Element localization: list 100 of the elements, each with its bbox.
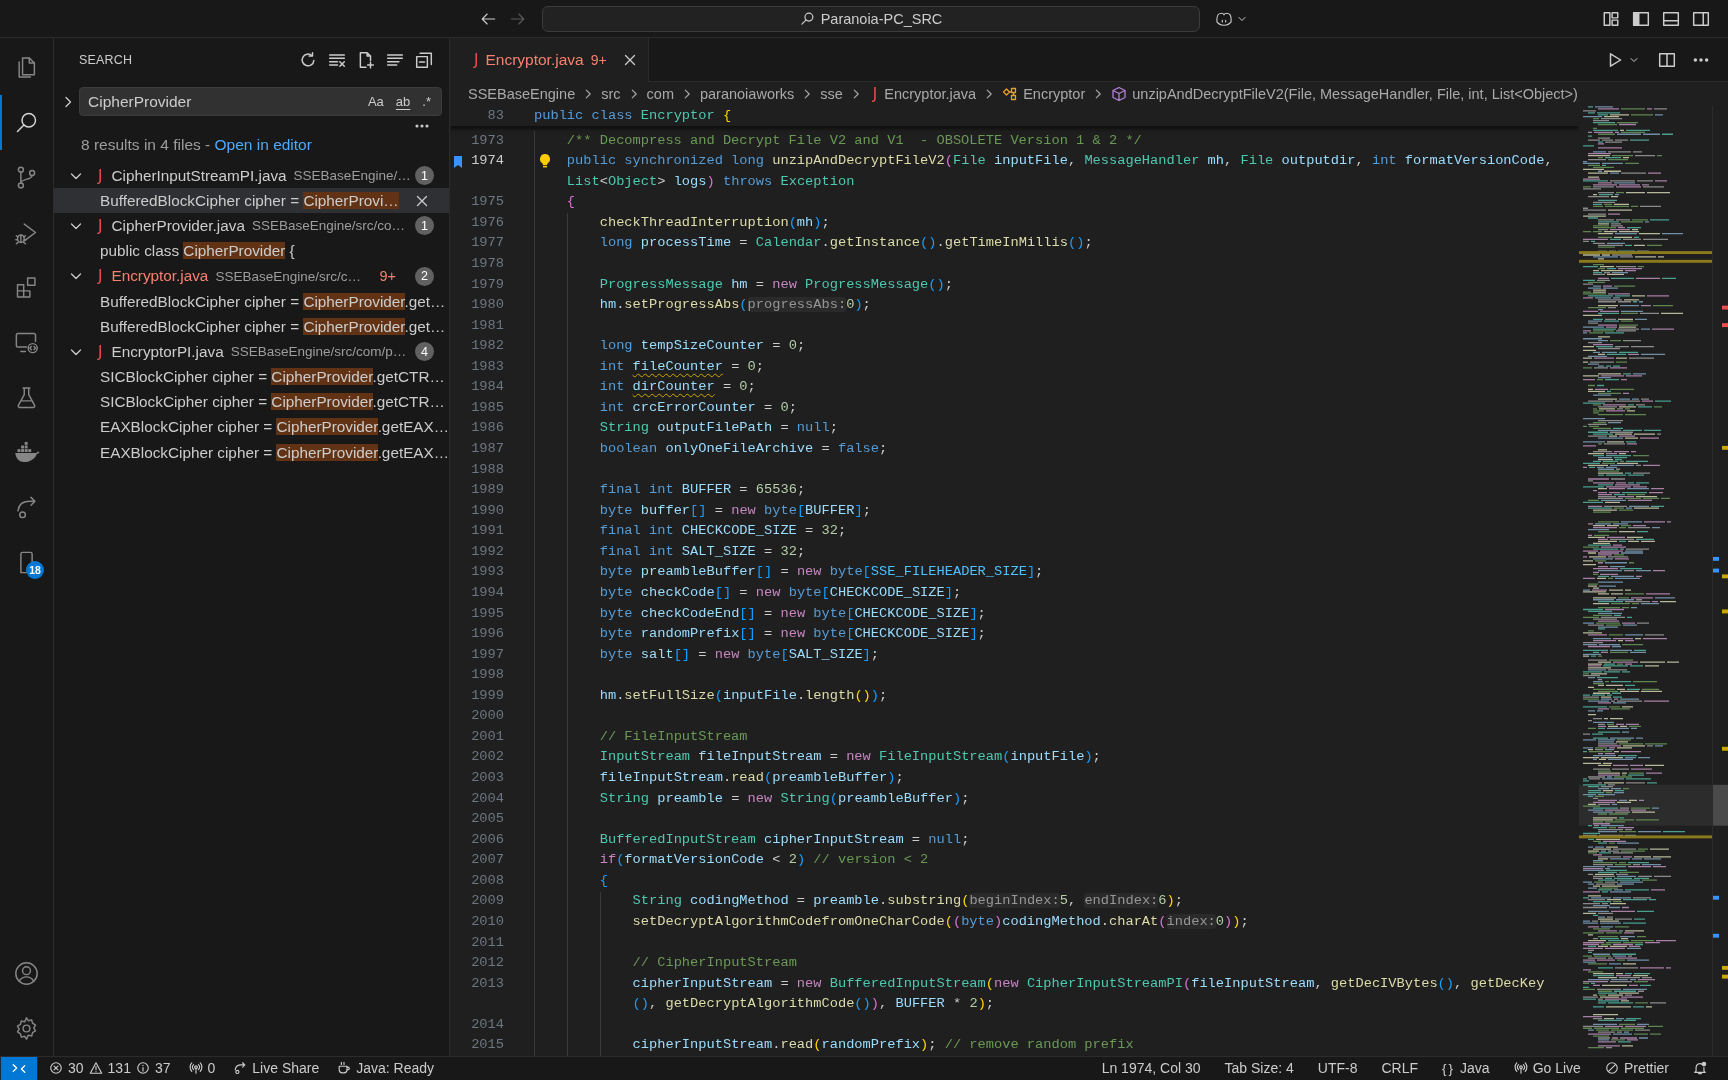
- file-name[interactable]: EncryptorPI.java: [111, 342, 224, 361]
- braces-icon: {}: [1442, 1060, 1456, 1076]
- line-number: 1991: [470, 522, 504, 541]
- line-number: 2001: [470, 727, 504, 746]
- ports-button[interactable]: 0: [179, 1057, 225, 1079]
- collapse-all-icon[interactable]: [415, 50, 433, 69]
- regex-toggle[interactable]: .*: [418, 91, 435, 112]
- class-symbol-icon: [1002, 85, 1019, 102]
- search-match-row[interactable]: EAXBlockCipher cipher = CipherProvider.getEAX…: [54, 414, 449, 441]
- search-match-row[interactable]: BufferedBlockCipher cipher = CipherProvider.get…: [54, 288, 449, 315]
- live-share-button[interactable]: Live Share: [224, 1057, 329, 1079]
- line-number: 1984: [470, 378, 504, 397]
- language-mode-button[interactable]: {} Java: [1433, 1057, 1499, 1079]
- code-line: long processTime = Calendar.getInstance().getTimeInMillis();: [599, 234, 1093, 253]
- code-line: byte salt[] = new byte[SALT_SIZE];: [599, 645, 880, 664]
- code-line: String outputFilePath = null;: [599, 419, 838, 438]
- command-center[interactable]: Paranoia-PC_SRC: [542, 5, 1200, 32]
- search-match-row[interactable]: BufferedBlockCipher cipher = CipherProvi…: [54, 188, 449, 214]
- search-match-row[interactable]: BufferedBlockCipher cipher = CipherProvider.get…: [54, 314, 449, 340]
- code-line: byte randomPrefix[] = new byte[CHECKCODE_SIZE];: [599, 625, 986, 644]
- match-case-toggle[interactable]: Aa: [363, 91, 388, 112]
- problems-button[interactable]: 30 131 37: [40, 1057, 180, 1079]
- encoding-button[interactable]: UTF-8: [1308, 1057, 1367, 1079]
- code-line: int fileCounter = 0;: [599, 357, 764, 376]
- circle-slash-icon: [1604, 1061, 1619, 1075]
- java-file-icon: J: [98, 166, 103, 185]
- prettier-button[interactable]: Prettier: [1595, 1057, 1678, 1079]
- remote-button[interactable]: [0, 1056, 38, 1080]
- line-number: 1973: [470, 131, 504, 150]
- lightbulb-icon[interactable]: [537, 153, 553, 170]
- code-line: int crcErrorCounter = 0;: [599, 398, 797, 417]
- breadcrumb[interactable]: paranoiaworks: [699, 85, 795, 102]
- search-match-row[interactable]: SICBlockCipher cipher = CipherProvider.getCTR…: [54, 389, 449, 415]
- java-status-button[interactable]: Java: Ready: [328, 1057, 444, 1079]
- breadcrumb[interactable]: SSEBaseEngine: [468, 85, 576, 102]
- line-number: 1975: [470, 193, 504, 212]
- search-field[interactable]: CipherProvider Aa ab .*: [79, 87, 442, 116]
- indentation-button[interactable]: Tab Size: 4: [1215, 1057, 1303, 1079]
- breadcrumb[interactable]: unzipAndDecryptFileV2(File, MessageHandler, File, int, List<Object>): [1132, 85, 1578, 102]
- line-number: 2004: [470, 789, 504, 808]
- bottom-panel-icon[interactable]: [1662, 9, 1680, 28]
- file-path: SSEBaseEngine/src/c…: [215, 268, 361, 284]
- line-number: 1996: [470, 625, 504, 644]
- split-editor-icon[interactable]: [1658, 50, 1676, 69]
- file-name[interactable]: CipherInputStreamPI.java: [111, 166, 287, 185]
- match-text: BufferedBlockCipher cipher = CipherProvi…: [100, 191, 399, 210]
- left-panel-icon[interactable]: [1632, 9, 1650, 28]
- right-panel-icon[interactable]: [1692, 9, 1710, 28]
- line-number: 2008: [470, 871, 504, 890]
- code-line: byte checkCodeEnd[] = new byte[CHECKCODE_SIZE];: [599, 604, 986, 623]
- account-icon[interactable]: [13, 960, 40, 987]
- line-number: 1989: [470, 481, 504, 500]
- layout-grid-icon[interactable]: [1602, 9, 1620, 28]
- refresh-icon[interactable]: [299, 50, 317, 69]
- line-number: 1979: [470, 275, 504, 294]
- java-file-icon: J: [98, 342, 103, 361]
- bookmark-icon[interactable]: [453, 155, 463, 170]
- search-match-row[interactable]: public class CipherProvider {: [54, 238, 449, 264]
- file-path: SSEBaseEngine/…: [293, 168, 411, 184]
- java-file-icon: J: [98, 216, 103, 235]
- line-number: 1993: [470, 563, 504, 582]
- new-file-icon[interactable]: [357, 50, 375, 69]
- breadcrumb[interactable]: Encryptor: [1023, 85, 1086, 102]
- code-line: hm.setFullSize(inputFile.length());: [599, 686, 888, 705]
- breadcrumb[interactable]: src: [601, 85, 621, 102]
- code-line: if(formatVersionCode < 2) // version < 2: [599, 851, 929, 870]
- search-match-row[interactable]: EAXBlockCipher cipher = CipherProvider.getEAX…: [54, 440, 449, 466]
- code-line: public synchronized long unzipAndDecryptFileV2(File inputFile, MessageHandler mh, File outputdir, int formatVersionCode, List<Object> logs) throws Exception: [566, 152, 1553, 191]
- code-line: final int CHECKCODE_SIZE = 32;: [599, 522, 847, 541]
- line-number: 1999: [470, 686, 504, 705]
- file-name[interactable]: Encryptor.java: [111, 267, 209, 286]
- close-icon[interactable]: [622, 52, 638, 68]
- open-in-editor-link[interactable]: Open in editor: [214, 136, 312, 153]
- scrollbar[interactable]: [1712, 105, 1728, 1056]
- activity-bar-item[interactable]: 18: [0, 535, 53, 590]
- line-number: 1988: [470, 460, 504, 479]
- file-name[interactable]: CipherProvider.java: [111, 216, 245, 235]
- line-number: 2000: [470, 707, 504, 726]
- search-match-row[interactable]: SICBlockCipher cipher = CipherProvider.getCTR…: [54, 364, 449, 390]
- error-icon: [49, 1061, 63, 1075]
- breadcrumb[interactable]: sse: [820, 85, 843, 102]
- line-number: 1974: [470, 152, 504, 171]
- breadcrumb[interactable]: Encryptor.java: [884, 85, 977, 102]
- breadcrumb[interactable]: com: [646, 85, 674, 102]
- line-number: 2012: [470, 954, 504, 973]
- line-number: 2013: [470, 974, 504, 993]
- warning-icon: [88, 1061, 103, 1075]
- line-ending-button[interactable]: CRLF: [1372, 1057, 1427, 1079]
- code-line: ProgressMessage hm = new ProgressMessage();: [599, 275, 953, 294]
- match-text: BufferedBlockCipher cipher = CipherProvider.get…: [100, 317, 446, 336]
- broadcast-icon: [1513, 1061, 1528, 1075]
- code-line: byte buffer[] = new byte[BUFFER];: [599, 501, 871, 520]
- whole-word-toggle[interactable]: ab: [391, 91, 415, 112]
- match-count-badge: 4: [415, 342, 434, 362]
- editor-tab[interactable]: J Encryptor.java 9+: [450, 38, 649, 82]
- go-live-button[interactable]: Go Live: [1504, 1057, 1590, 1079]
- cursor-position-button[interactable]: Ln 1974, Col 30: [1092, 1057, 1210, 1079]
- code-line: BufferedInputStream cipherInputStream = null;: [599, 830, 970, 849]
- cup-icon: [337, 1061, 352, 1075]
- code-line: {: [599, 871, 608, 890]
